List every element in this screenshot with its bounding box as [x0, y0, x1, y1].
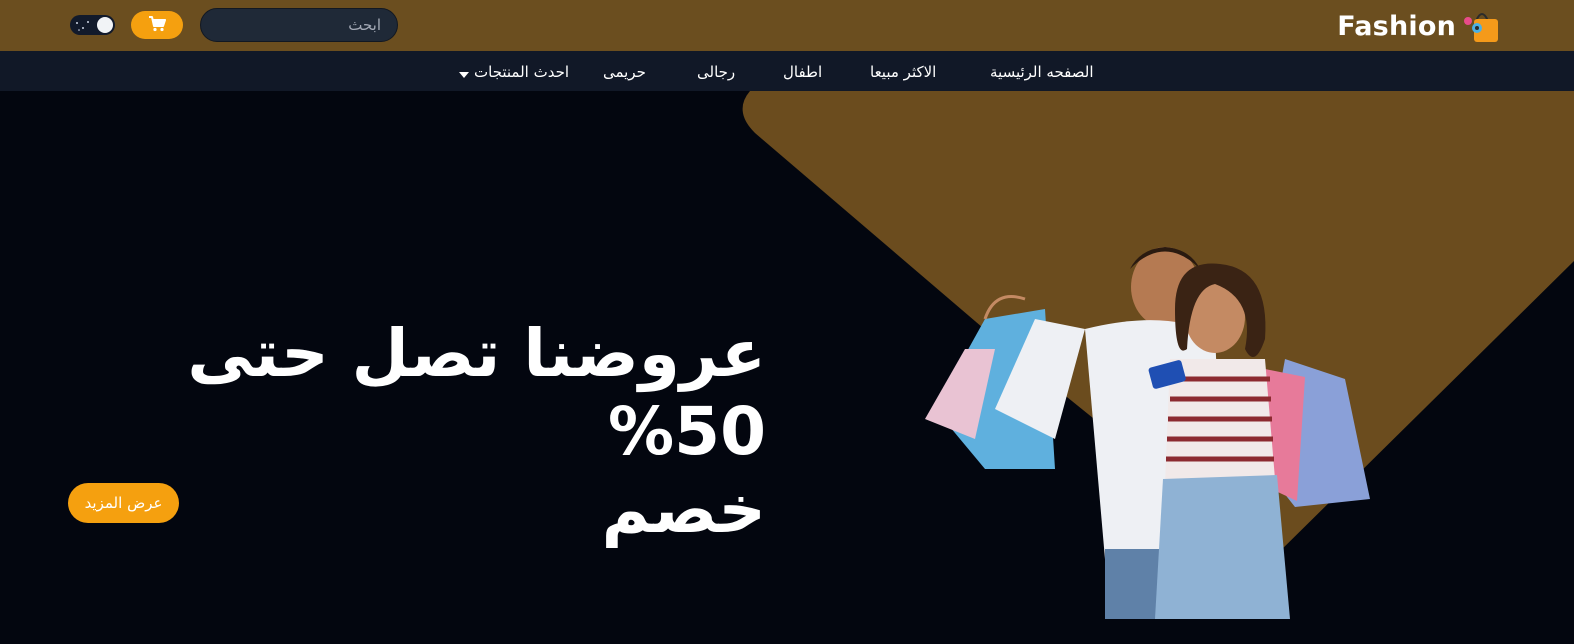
brand-logo[interactable]: Fashion — [1337, 9, 1502, 43]
show-more-button[interactable]: عرض المزيد — [68, 483, 179, 523]
nav-latest-products-dropdown[interactable]: احدث المنتجات — [459, 63, 569, 82]
caret-down-icon — [459, 64, 469, 82]
cart-button[interactable] — [131, 11, 183, 39]
main-nav: الصفحه الرئيسية الاكثر مبيعا اطفال رجالى… — [0, 51, 1574, 91]
nav-men[interactable]: رجالى — [697, 63, 735, 81]
hero-banner: عروضنا تصل حتى 50% خصم عرض المزيد — [0, 91, 1574, 644]
nav-best-sellers[interactable]: الاكثر مبيعا — [870, 63, 936, 81]
stars-icon — [74, 18, 94, 35]
shopping-bag-icon — [1462, 9, 1502, 43]
nav-kids[interactable]: اطفال — [783, 63, 822, 81]
theme-toggle[interactable] — [70, 15, 115, 35]
search-input[interactable] — [200, 8, 398, 42]
hero-headline-line1: عروضنا تصل حتى 50% — [187, 315, 766, 470]
nav-women[interactable]: حريمى — [603, 63, 646, 81]
top-header: Fashion — [0, 0, 1574, 51]
nav-home[interactable]: الصفحه الرئيسية — [990, 63, 1094, 81]
brand-name: Fashion — [1337, 10, 1456, 42]
nav-latest-products-label: احدث المنتجات — [474, 63, 570, 81]
shopping-couple-image — [925, 247, 1370, 619]
theme-toggle-knob — [97, 17, 113, 33]
cart-icon — [148, 15, 166, 35]
